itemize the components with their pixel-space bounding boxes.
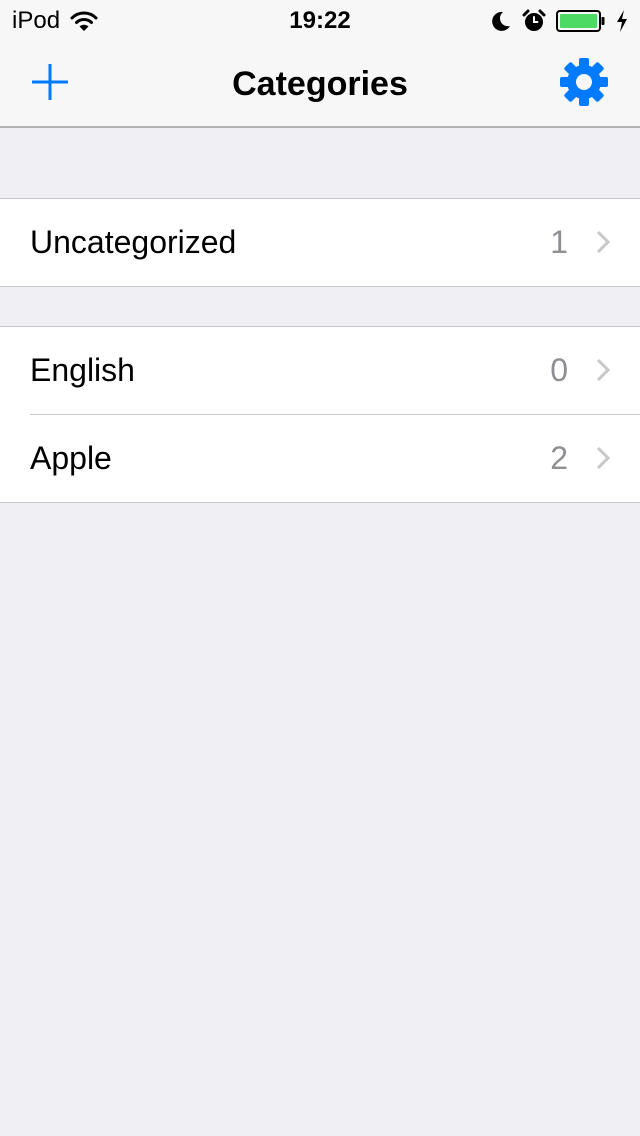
alarm-icon bbox=[522, 9, 546, 31]
category-row-english[interactable]: English 0 bbox=[0, 327, 640, 414]
status-bar: iPod 19:22 bbox=[0, 0, 640, 40]
category-name: Uncategorized bbox=[30, 224, 237, 260]
category-count: 0 bbox=[550, 352, 568, 388]
category-name: English bbox=[30, 352, 135, 388]
category-section-1: Uncategorized 1 bbox=[0, 198, 640, 287]
category-count: 1 bbox=[550, 224, 568, 260]
status-right bbox=[490, 6, 628, 36]
category-name: Apple bbox=[30, 440, 112, 476]
navigation-bar: Categories bbox=[0, 40, 640, 128]
charging-icon bbox=[617, 10, 627, 32]
chevron-right-icon bbox=[596, 446, 610, 470]
category-row-apple[interactable]: Apple 2 bbox=[0, 414, 640, 502]
category-count: 2 bbox=[550, 440, 568, 476]
settings-button[interactable] bbox=[560, 58, 608, 106]
category-section-2: English 0 Apple 2 bbox=[0, 326, 640, 503]
category-row-uncategorized[interactable]: Uncategorized 1 bbox=[0, 199, 640, 286]
battery-icon bbox=[556, 10, 605, 32]
moon-icon bbox=[492, 11, 510, 31]
chevron-right-icon bbox=[596, 230, 610, 254]
top-bar: iPod 19:22 Categories bbox=[0, 0, 640, 128]
gear-icon bbox=[560, 58, 608, 106]
page-title: Categories bbox=[232, 65, 408, 103]
chevron-right-icon bbox=[596, 358, 610, 382]
